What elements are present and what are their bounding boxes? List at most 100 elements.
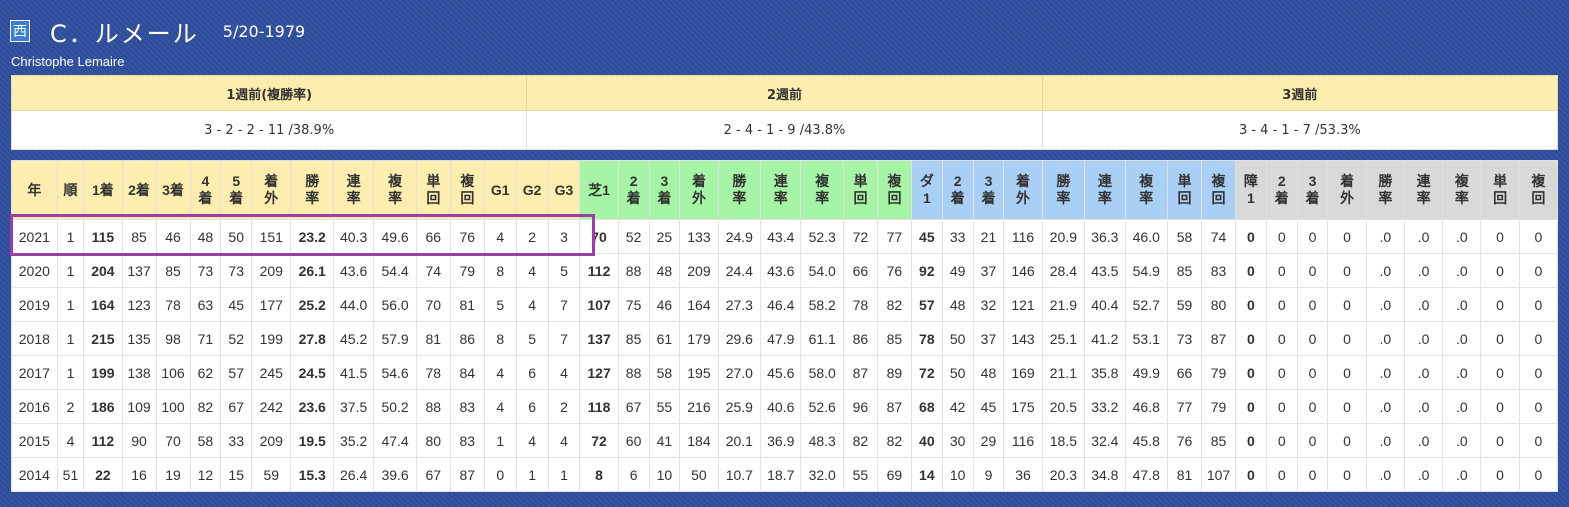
- stats-column-header[interactable]: 勝率: [290, 160, 334, 220]
- column-header-label: 勝: [305, 173, 320, 189]
- stats-column-header[interactable]: 勝率: [1365, 160, 1405, 220]
- stats-column-header[interactable]: 5着: [220, 160, 253, 220]
- stats-column-header[interactable]: 単回: [415, 160, 451, 220]
- column-header-label: 複: [388, 173, 403, 189]
- stats-column-header[interactable]: 複回: [1201, 160, 1236, 220]
- stats-column-header[interactable]: 勝率: [717, 160, 762, 220]
- stats-column-header[interactable]: 1着: [83, 160, 123, 220]
- stats-column-header[interactable]: 4着: [189, 160, 222, 220]
- year-cell: 2021: [11, 219, 58, 254]
- column-header-label: 単: [853, 173, 868, 189]
- stat-cell: 74: [415, 253, 451, 288]
- stat-cell: 18.5: [1041, 423, 1086, 458]
- stats-column-header[interactable]: 複回: [1518, 160, 1559, 220]
- stats-column-header[interactable]: 複率: [373, 160, 417, 220]
- stat-cell: 0: [1518, 321, 1559, 356]
- stat-cell: .0: [1442, 389, 1482, 424]
- stats-column-header[interactable]: 連率: [332, 160, 375, 220]
- recent-form-header-row: 1週前(複勝率) 2週前 3週前: [10, 75, 1559, 111]
- stats-column-header[interactable]: 着外: [251, 160, 292, 220]
- stat-cell: .0: [1403, 355, 1444, 390]
- stats-column-header[interactable]: 年: [11, 160, 58, 220]
- stats-column-header[interactable]: 3着: [1296, 160, 1329, 220]
- stat-cell: 36.3: [1084, 219, 1126, 254]
- stats-column-header[interactable]: G3: [547, 160, 581, 220]
- stat-cell: 1: [515, 457, 549, 492]
- stat-cell: 109: [121, 389, 157, 424]
- stat-cell: 0: [1480, 355, 1520, 390]
- stat-cell: 19: [155, 457, 191, 492]
- stat-cell: 68: [910, 389, 943, 424]
- stats-column-header[interactable]: 複率: [1442, 160, 1482, 220]
- stats-column-header[interactable]: 障1: [1235, 160, 1267, 220]
- stat-cell: 83: [449, 423, 485, 458]
- stat-cell: 1: [56, 321, 85, 356]
- stat-cell: 204: [83, 253, 123, 288]
- stat-cell: 39.6: [373, 457, 417, 492]
- stats-column-header[interactable]: 2着: [941, 160, 974, 220]
- column-header-label: 連: [346, 173, 361, 189]
- stat-cell: 0: [1265, 287, 1298, 322]
- stat-cell: 0: [1327, 287, 1367, 322]
- column-header-label: 着: [691, 173, 706, 189]
- stat-cell: 41.2: [1084, 321, 1126, 356]
- stat-cell: 55: [842, 457, 878, 492]
- stat-cell: .0: [1403, 321, 1444, 356]
- stat-cell: 84: [449, 355, 485, 390]
- stats-column-header[interactable]: 単回: [1167, 160, 1202, 220]
- column-header-label: 外: [264, 190, 279, 206]
- stats-column-header[interactable]: 複率: [800, 160, 844, 220]
- stats-column-header[interactable]: 複回: [449, 160, 485, 220]
- stats-column-header[interactable]: G2: [515, 160, 549, 220]
- year-cell: 2016: [11, 389, 58, 424]
- stats-column-header[interactable]: 3着: [972, 160, 1005, 220]
- stat-cell: 0: [1265, 457, 1298, 492]
- stats-column-header[interactable]: 2着: [1265, 160, 1298, 220]
- stat-cell: 51: [56, 457, 85, 492]
- stats-column-header[interactable]: 芝1: [579, 160, 619, 220]
- stats-column-header[interactable]: 3着: [155, 160, 191, 220]
- recent-week3-value: 3 - 4 - 1 - 7 /53.3%: [1041, 110, 1559, 150]
- column-header-label: 複: [887, 173, 902, 189]
- stats-row: 2016 2 186 109 100 82 67 242 23.6 37.5 50.2 88 83 4 6 2…: [11, 389, 1559, 424]
- stat-cell: 86: [449, 321, 485, 356]
- stats-column-header[interactable]: 2着: [617, 160, 650, 220]
- stats-column-header[interactable]: 着外: [1327, 160, 1367, 220]
- stats-column-header[interactable]: 単回: [1480, 160, 1520, 220]
- stat-cell: 82: [189, 389, 222, 424]
- stat-cell: 6: [515, 355, 549, 390]
- stat-cell: 46: [155, 219, 191, 254]
- stats-column-header[interactable]: 連率: [1403, 160, 1444, 220]
- stat-cell: 98: [155, 321, 191, 356]
- stats-column-header[interactable]: ダ1: [910, 160, 943, 220]
- stat-cell: .0: [1365, 355, 1405, 390]
- stats-column-header[interactable]: G1: [483, 160, 517, 220]
- stats-column-header[interactable]: 着外: [1003, 160, 1043, 220]
- stat-cell: 43.4: [760, 219, 802, 254]
- stats-column-header[interactable]: 複率: [1124, 160, 1168, 220]
- stat-cell: 77: [876, 219, 912, 254]
- column-header-label: 率: [732, 190, 747, 206]
- stats-column-header[interactable]: 2着: [121, 160, 157, 220]
- stat-cell: 23.6: [290, 389, 334, 424]
- column-header-label: 回: [1211, 190, 1226, 206]
- stats-column-header[interactable]: 勝率: [1041, 160, 1086, 220]
- stat-cell: .0: [1403, 287, 1444, 322]
- stat-cell: 47.4: [373, 423, 417, 458]
- stat-cell: 0: [1265, 219, 1298, 254]
- stats-column-header[interactable]: 複回: [876, 160, 912, 220]
- column-header-label: 単: [426, 173, 441, 189]
- stats-column-header[interactable]: 連率: [760, 160, 802, 220]
- stat-cell: 143: [1003, 321, 1043, 356]
- stats-column-header[interactable]: 順: [56, 160, 85, 220]
- stats-column-header[interactable]: 着外: [679, 160, 719, 220]
- stat-cell: 58: [189, 423, 222, 458]
- column-header-label: 着: [1016, 173, 1030, 189]
- stat-cell: 118: [579, 389, 619, 424]
- stats-column-header[interactable]: 単回: [842, 160, 878, 220]
- stat-cell: 27.0: [717, 355, 762, 390]
- stat-cell: 106: [155, 355, 191, 390]
- stat-cell: 48: [941, 287, 974, 322]
- stats-column-header[interactable]: 連率: [1084, 160, 1126, 220]
- stats-column-header[interactable]: 3着: [648, 160, 681, 220]
